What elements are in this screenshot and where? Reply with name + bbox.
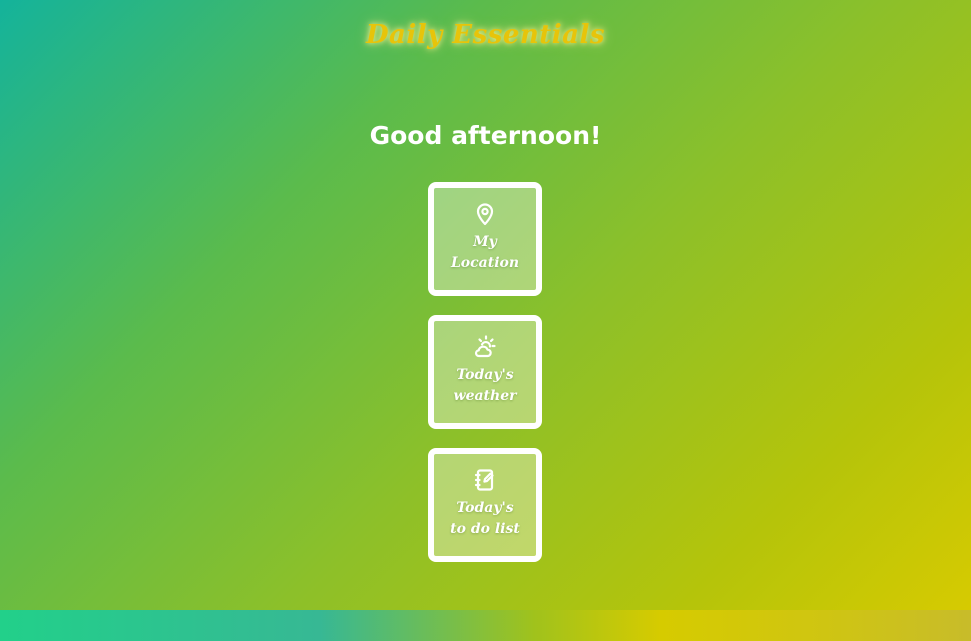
todays-weather-card[interactable]: Today's weather [428,315,542,429]
todays-todo-label-line1: Today's [456,500,514,516]
card-stack: My Location Today's weather Today's to d… [428,182,542,581]
todays-todo-card[interactable]: Today's to do list [428,448,542,562]
notebook-edit-icon [473,468,497,492]
my-location-label-line2: Location [450,255,520,271]
my-location-card[interactable]: My Location [428,182,542,296]
todays-weather-label-line1: Today's [456,367,514,383]
todays-weather-label: Today's weather [454,365,517,407]
todays-todo-label-line2: to do list [450,521,520,537]
my-location-label-line1: My [473,234,497,250]
weather-sun-cloud-icon [473,335,497,359]
todays-todo-label: Today's to do list [450,498,520,540]
app-title: Daily Essentials [365,20,606,50]
my-location-label: My Location [451,232,519,274]
footer-bar [0,610,971,641]
todays-weather-label-line2: weather [453,388,517,404]
map-pin-icon [473,202,497,226]
greeting-heading: Good afternoon! [369,121,602,150]
